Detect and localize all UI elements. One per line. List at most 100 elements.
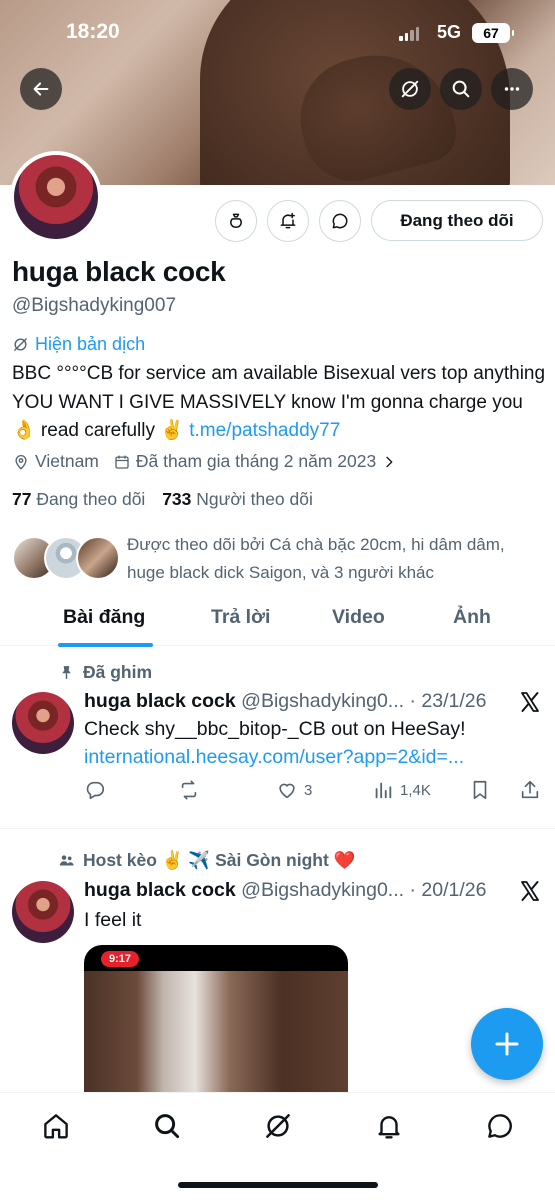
profile-meta: Vietnam Đã tham gia tháng 2 năm 2023: [12, 451, 411, 472]
pinned-label: Đã ghim: [58, 662, 152, 683]
profile-handle: @Bigshadyking007: [12, 295, 177, 316]
plus-icon: [495, 1032, 519, 1056]
chevron-right-icon: [386, 456, 393, 467]
community-text: Host kèo ✌️ ✈️ Sài Gòn night ❤️: [83, 850, 356, 870]
pinned-text: Đã ghim: [83, 662, 153, 682]
location-text: Vietnam: [35, 451, 99, 471]
search-icon: [452, 80, 470, 98]
post-header[interactable]: huga black cock @Bigshadyking0... · 20/1…: [84, 879, 504, 902]
post-media[interactable]: 9:17: [84, 945, 348, 1095]
profile-name: huga black cock: [12, 256, 226, 287]
join-date-text: Đã tham gia tháng 2 năm 2023: [135, 451, 377, 471]
like-button[interactable]: 3: [276, 779, 312, 801]
following-label: Đang theo dõi: [36, 489, 146, 509]
bookmark-button[interactable]: [469, 779, 491, 801]
tab-video[interactable]: Video: [332, 606, 385, 629]
nav-grok[interactable]: [261, 1109, 295, 1143]
home-icon: [44, 1114, 68, 1139]
signal-icon: [399, 27, 419, 41]
compose-button[interactable]: [471, 1008, 543, 1080]
grok-icon: [14, 338, 27, 351]
post-divider: [0, 828, 555, 829]
back-button[interactable]: [20, 68, 62, 110]
following-button[interactable]: Đang theo dõi: [371, 200, 543, 241]
profile-bio: BBC °°°°CB for service am available Bise…: [12, 360, 547, 446]
nav-messages[interactable]: [483, 1109, 517, 1143]
post-header[interactable]: huga black cock @Bigshadyking0... · 23/1…: [84, 690, 504, 713]
tab-indicator: [58, 643, 153, 647]
calendar-icon: [115, 455, 129, 469]
x-logo-icon[interactable]: [518, 879, 542, 903]
network-type: 5G: [437, 22, 462, 42]
heart-icon: [279, 783, 295, 799]
status-time: 18:20: [66, 20, 120, 43]
profile-avatar[interactable]: [10, 151, 102, 243]
message-button[interactable]: [319, 200, 361, 242]
notify-button[interactable]: [267, 200, 309, 242]
media-photo: [84, 971, 348, 1095]
battery-icon: 67: [472, 23, 514, 43]
x-logo-icon[interactable]: [518, 690, 542, 714]
post-link[interactable]: international.heesay.com/user?app=2&id=.…: [84, 746, 464, 769]
following-link[interactable]: 77 Đang theo dõi: [12, 489, 145, 509]
bell-icon: [378, 1116, 400, 1139]
money-bag-icon: [230, 213, 242, 228]
post-text: I feel it: [84, 909, 142, 931]
post-author: huga black cock: [84, 879, 236, 901]
followers-label: Người theo dõi: [196, 489, 313, 509]
tab-posts[interactable]: Bài đăng: [63, 606, 145, 629]
repost-icon: [181, 780, 197, 800]
followers-count: 733: [162, 489, 192, 509]
post-actions: 3 1,4K: [84, 779, 544, 807]
reply-button[interactable]: [84, 779, 106, 801]
bio-link[interactable]: t.me/patshaddy77: [189, 420, 340, 441]
chat-bubble-icon: [332, 213, 348, 229]
post-avatar[interactable]: [12, 692, 74, 754]
search-button[interactable]: [440, 68, 482, 110]
like-count: 3: [304, 781, 313, 799]
nav-home[interactable]: [39, 1109, 73, 1143]
tab-photos[interactable]: Ảnh: [453, 606, 491, 629]
post-handle: @Bigshadyking0...: [241, 690, 405, 712]
join-date[interactable]: Đã tham gia tháng 2 năm 2023: [113, 451, 397, 472]
home-indicator[interactable]: [178, 1182, 378, 1188]
share-button[interactable]: [519, 779, 541, 801]
location-pin-icon: [15, 454, 27, 470]
post-date: · 23/1/26: [409, 690, 487, 712]
following-count: 77: [12, 489, 32, 509]
post-handle: @Bigshadyking0...: [241, 879, 405, 901]
post-text: Check shy__bbc_bitop-_CB out on HeeSay!: [84, 718, 466, 740]
followers-link[interactable]: 733 Người theo dõi: [162, 489, 313, 509]
profile-tabs: Bài đăng Trả lời Video Ảnh: [0, 596, 555, 646]
followed-by-text[interactable]: Được theo dõi bởi Cá chà bặc 20cm, hi dâ…: [127, 531, 547, 587]
post-author: huga black cock: [84, 690, 236, 712]
avatar: [76, 536, 120, 580]
post-avatar[interactable]: [12, 881, 74, 943]
translate-label: Hiện bản dịch: [35, 334, 146, 354]
repost-button[interactable]: [178, 779, 200, 801]
grok-icon: [401, 80, 419, 98]
chat-bubble-icon: [488, 1114, 512, 1138]
follow-counts: 77 Đang theo dõi 733 Người theo dõi: [12, 489, 313, 510]
post-date: · 20/1/26: [409, 879, 487, 901]
community-label[interactable]: Host kèo ✌️ ✈️ Sài Gòn night ❤️: [58, 850, 355, 871]
nav-search[interactable]: [150, 1109, 184, 1143]
more-button[interactable]: [491, 68, 533, 110]
more-icon: [504, 87, 520, 91]
views-chart-icon: [375, 782, 392, 799]
translate-link[interactable]: Hiện bản dịch: [12, 334, 145, 355]
grok-button[interactable]: [389, 68, 431, 110]
followed-by-avatars[interactable]: [12, 536, 120, 582]
bell-plus-icon: [280, 212, 296, 229]
grok-icon: [266, 1114, 290, 1138]
nav-notifications[interactable]: [372, 1109, 406, 1143]
people-icon: [59, 855, 74, 866]
status-bar: 18:20 5G 67: [0, 18, 555, 50]
tab-replies[interactable]: Trả lời: [211, 606, 270, 629]
reply-icon: [86, 781, 105, 800]
location: Vietnam: [12, 451, 99, 472]
media-time-pill: 9:17: [101, 951, 139, 967]
tip-button[interactable]: [215, 200, 257, 242]
views-button[interactable]: 1,4K: [372, 779, 431, 801]
arrow-left-icon: [33, 82, 49, 96]
